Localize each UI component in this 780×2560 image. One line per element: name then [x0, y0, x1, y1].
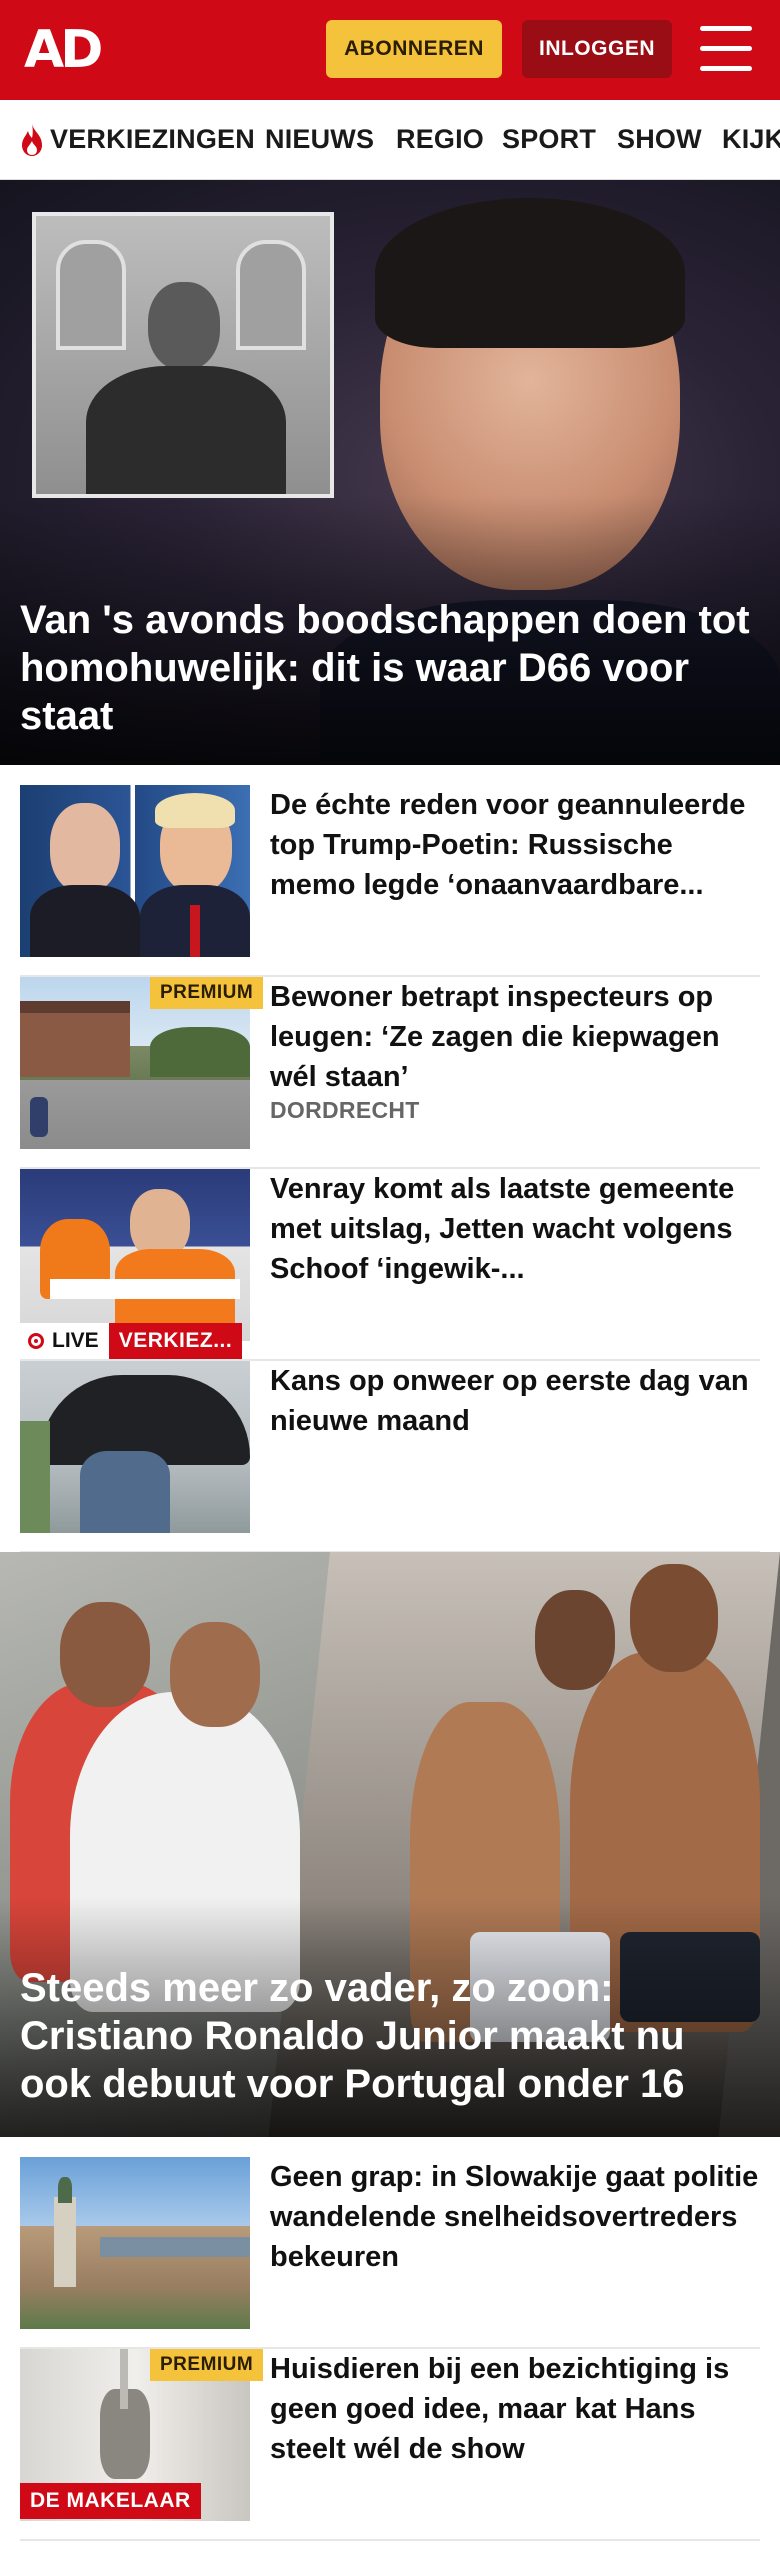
article-title[interactable]: De échte reden voor geannuleerde top Tru… — [270, 785, 760, 905]
article-thumbnail — [20, 2157, 250, 2329]
top-bar: AD ABONNEREN INLOGGEN — [0, 0, 780, 100]
live-label: LIVE — [52, 1329, 99, 1352]
category-badge: DE MAKELAAR — [20, 2483, 201, 2519]
article-title[interactable]: Bewoner betrapt inspecteurs op leugen: ‘… — [270, 977, 760, 1097]
hero-inset-image — [32, 212, 334, 498]
live-badge: LIVE — [20, 1323, 109, 1359]
nav-item-verkiezingen[interactable]: VERKIEZINGEN — [50, 100, 255, 179]
article-thumbnail — [20, 1169, 250, 1341]
subscribe-button[interactable]: ABONNEREN — [326, 20, 502, 78]
hero-article[interactable]: Van 's avonds boodschappen doen tot homo… — [0, 180, 780, 765]
nav-item-kijk[interactable]: KIJK — [722, 100, 780, 179]
nav-item-regio[interactable]: REGIO — [396, 100, 484, 179]
article-item[interactable]: PREMIUM DE MAKELAAR Huisdieren bij een b… — [20, 2349, 760, 2541]
article-thumbnail — [20, 785, 250, 957]
menu-icon[interactable] — [700, 26, 752, 72]
feature-title[interactable]: Steeds meer zo vader, zo zoon: Cristiano… — [20, 1964, 760, 2108]
ad-logo[interactable]: AD — [24, 22, 103, 78]
nav-item-nieuws[interactable]: NIEUWS — [265, 100, 374, 179]
nav-item-sport[interactable]: SPORT — [502, 100, 596, 179]
live-indicator-icon — [28, 1333, 44, 1349]
article-title[interactable]: Venray komt als laatste gemeente met uit… — [270, 1169, 760, 1289]
article-title[interactable]: Kans op onweer op eerste dag van nieuwe … — [270, 1361, 760, 1441]
article-item[interactable]: PREMIUM Bewoner betrapt inspecteurs op l… — [20, 977, 760, 1169]
article-thumbnail — [20, 1361, 250, 1533]
feature-article[interactable]: Steeds meer zo vader, zo zoon: Cristiano… — [0, 1552, 780, 2137]
article-item[interactable]: LIVE VERKIEZ... Venray komt als laatste … — [20, 1169, 760, 1361]
article-location-tag[interactable]: DORDRECHT — [270, 1097, 420, 1124]
category-badge: VERKIEZ... — [108, 1323, 243, 1359]
article-item[interactable]: Kans op onweer op eerste dag van nieuwe … — [20, 1361, 760, 1553]
premium-badge: PREMIUM — [150, 977, 264, 1009]
premium-badge: PREMIUM — [150, 2349, 264, 2381]
hero-title[interactable]: Van 's avonds boodschappen doen tot homo… — [20, 596, 760, 740]
section-nav: VERKIEZINGEN NIEUWS REGIO SPORT SHOW KIJ… — [0, 100, 780, 180]
nav-item-show[interactable]: SHOW — [617, 100, 702, 179]
login-button[interactable]: INLOGGEN — [522, 20, 672, 78]
article-title[interactable]: Geen grap: in Slowakije gaat politie wan… — [270, 2157, 760, 2277]
article-item[interactable]: De échte reden voor geannuleerde top Tru… — [20, 785, 760, 977]
article-title[interactable]: Huisdieren bij een bezichtiging is geen … — [270, 2349, 760, 2469]
article-item[interactable]: Geen grap: in Slowakije gaat politie wan… — [20, 2157, 760, 2349]
flame-icon — [22, 124, 42, 156]
